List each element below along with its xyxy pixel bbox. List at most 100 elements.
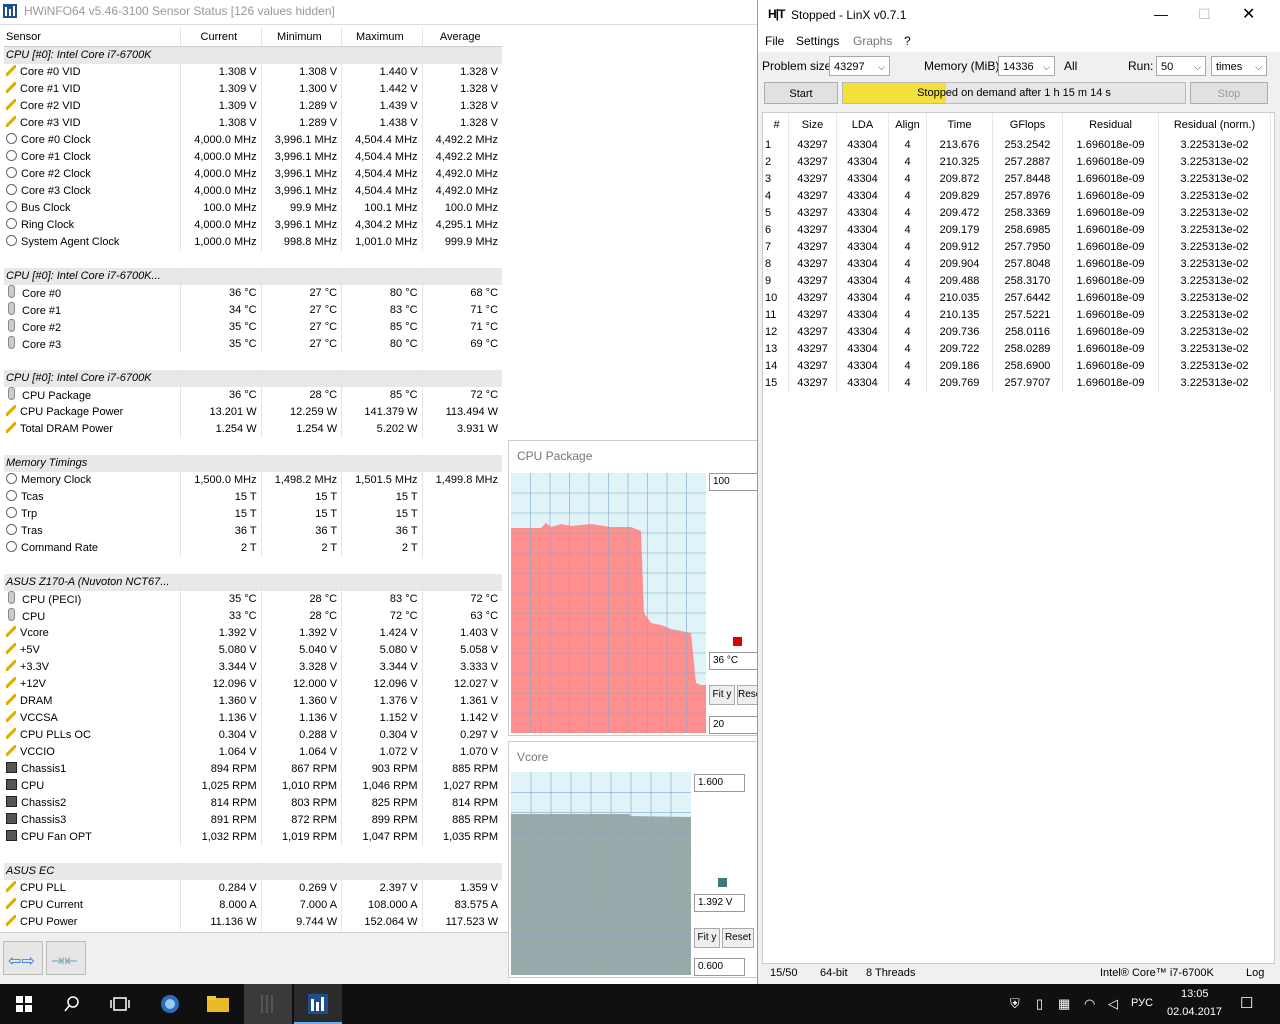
notifications-icon[interactable]: ☐ [1240, 994, 1253, 1012]
sensor-row[interactable]: VCCSA 1.136 V 1.136 V 1.152 V 1.142 V [4, 710, 502, 727]
sensor-row[interactable]: CPU Current 8.000 A 7.000 A 108.000 A 83.575… [4, 897, 502, 914]
result-row[interactable]: 14 43297 43304 4 209.186 258.6900 1.696018e-09… [763, 358, 1274, 375]
sensor-group-header[interactable]: CPU [#0]: Intel Core i7-6700K... [4, 268, 502, 285]
sensor-row[interactable]: +12V 12.096 V 12.000 V 12.096 V 12.027 V [4, 676, 502, 693]
menu-help[interactable]: ? [904, 34, 911, 48]
maximize-icon[interactable]: ☐ [1198, 6, 1211, 23]
sensor-row[interactable]: Trp 15 T 15 T 15 T [4, 506, 502, 523]
fit-y-button[interactable]: Fit y [694, 928, 720, 948]
sensor-row[interactable]: Total DRAM Power 1.254 W 1.254 W 5.202 W 3.9… [4, 421, 502, 438]
sensor-row[interactable]: Core #3 35 °C 27 °C 80 °C 69 °C [4, 336, 502, 353]
menu-file[interactable]: File [765, 34, 784, 48]
menu-graphs[interactable]: Graphs [853, 34, 892, 48]
sensor-row[interactable]: Core #1 VID 1.309 V 1.300 V 1.442 V 1.328 V [4, 81, 502, 98]
minimize-icon[interactable]: — [1154, 6, 1168, 22]
sensor-row[interactable]: Memory Clock 1,500.0 MHz 1,498.2 MHz 1,501.… [4, 472, 502, 489]
sensor-row[interactable]: CPU PLL 0.284 V 0.269 V 2.397 V 1.359 V [4, 880, 502, 897]
cpu-package-graph-window[interactable]: CPU Package 100 36 °C Fit y Reset 20 [508, 440, 760, 736]
result-row[interactable]: 11 43297 43304 4 210.135 257.5221 1.696018e-09… [763, 307, 1274, 324]
result-row[interactable]: 5 43297 43304 4 209.472 258.3369 1.696018e-09 3… [763, 205, 1274, 222]
col-lda[interactable]: LDA [837, 113, 889, 137]
col-sensor[interactable]: Sensor [4, 28, 180, 46]
sensor-row[interactable]: Chassis1 894 RPM 867 RPM 903 RPM 885 RPM [4, 761, 502, 778]
start-button-windows[interactable] [0, 984, 48, 1024]
graph-color-marker[interactable] [733, 637, 742, 646]
shield-icon[interactable]: ⛨ [1010, 996, 1020, 1012]
col-maximum[interactable]: Maximum [341, 28, 421, 46]
sensor-group-header[interactable]: Memory Timings [4, 455, 502, 472]
sensor-group-header[interactable]: ASUS EC [4, 863, 502, 880]
graph-max-field[interactable]: 1.600 [694, 774, 745, 792]
stop-button[interactable]: Stop [1190, 82, 1268, 104]
result-row[interactable]: 7 43297 43304 4 209.912 257.7950 1.696018e-09 3… [763, 239, 1274, 256]
graph-min-field[interactable]: 0.600 [694, 958, 745, 976]
nav-back-forward-button[interactable]: ⇦⇨ [3, 941, 43, 975]
sensor-group-header[interactable]: ASUS Z170-A (Nuvoton NCT67... [4, 574, 502, 591]
col-index[interactable]: # [763, 113, 789, 137]
sensor-row[interactable]: CPU Fan OPT 1,032 RPM 1,019 RPM 1,047 RPM 1,… [4, 829, 502, 846]
volume-icon[interactable]: ◁ [1108, 996, 1118, 1012]
taskbar-app-browser[interactable] [146, 984, 194, 1024]
sensor-row[interactable]: Core #0 Clock 4,000.0 MHz 3,996.1 MHz 4,504… [4, 132, 502, 149]
battery-icon[interactable]: ▯ [1036, 996, 1043, 1012]
col-minimum[interactable]: Minimum [260, 28, 341, 46]
col-time[interactable]: Time [927, 113, 993, 137]
sensor-row[interactable]: Core #1 34 °C 27 °C 83 °C 71 °C [4, 302, 502, 319]
sensor-row[interactable]: CPU 1,025 RPM 1,010 RPM 1,046 RPM 1,027 RPM [4, 778, 502, 795]
sensor-row[interactable]: Chassis3 891 RPM 872 RPM 899 RPM 885 RPM [4, 812, 502, 829]
sensor-row[interactable]: Core #3 Clock 4,000.0 MHz 3,996.1 MHz 4,504… [4, 183, 502, 200]
sensor-row[interactable]: Core #2 Clock 4,000.0 MHz 3,996.1 MHz 4,504… [4, 166, 502, 183]
run-unit-select[interactable]: times ⌵ [1211, 56, 1267, 76]
sensor-group-header[interactable]: CPU [#0]: Intel Core i7-6700K [4, 47, 502, 64]
result-row[interactable]: 10 43297 43304 4 210.035 257.6442 1.696018e-09… [763, 290, 1274, 307]
taskbar-search[interactable] [48, 984, 96, 1024]
result-row[interactable]: 2 43297 43304 4 210.325 257.2887 1.696018e-09 3… [763, 154, 1274, 171]
result-row[interactable]: 15 43297 43304 4 209.769 257.9707 1.696018e-09… [763, 375, 1274, 392]
result-row[interactable]: 13 43297 43304 4 209.722 258.0289 1.696018e-09… [763, 341, 1274, 358]
sensor-row[interactable]: CPU Package 36 °C 28 °C 85 °C 72 °C [4, 387, 502, 404]
result-row[interactable]: 12 43297 43304 4 209.736 258.0116 1.696018e-09… [763, 324, 1274, 341]
task-view-button[interactable] [96, 984, 144, 1024]
clock-time[interactable]: 13:05 [1181, 988, 1209, 1000]
graph-min-field[interactable]: 20 [709, 716, 760, 734]
sensor-row[interactable]: VCCIO 1.064 V 1.064 V 1.072 V 1.070 V [4, 744, 502, 761]
sensor-row[interactable]: Tcas 15 T 15 T 15 T [4, 489, 502, 506]
col-average[interactable]: Average [421, 28, 502, 46]
run-count-select[interactable]: 50 ⌵ [1156, 56, 1206, 76]
result-row[interactable]: 6 43297 43304 4 209.179 258.6985 1.696018e-09 3… [763, 222, 1274, 239]
col-residual[interactable]: Residual [1063, 113, 1159, 137]
result-row[interactable]: 8 43297 43304 4 209.904 257.8048 1.696018e-09 3… [763, 256, 1274, 273]
result-row[interactable]: 3 43297 43304 4 209.872 257.8448 1.696018e-09 3… [763, 171, 1274, 188]
sensor-row[interactable]: CPU (PECI) 35 °C 28 °C 83 °C 72 °C [4, 591, 502, 608]
status-log[interactable]: Log [1246, 964, 1264, 982]
sensor-row[interactable]: Core #0 VID 1.308 V 1.308 V 1.440 V 1.328 V [4, 64, 502, 81]
sensor-row[interactable]: Ring Clock 4,000.0 MHz 3,996.1 MHz 4,304.2 … [4, 217, 502, 234]
sensor-row[interactable]: Core #1 Clock 4,000.0 MHz 3,996.1 MHz 4,504… [4, 149, 502, 166]
reset-button[interactable]: Reset [722, 928, 754, 948]
tray-app-icon[interactable]: ▦ [1058, 996, 1070, 1012]
col-gflops[interactable]: GFlops [993, 113, 1063, 137]
taskbar-app-linx[interactable] [244, 984, 292, 1024]
sensor-row[interactable]: CPU PLLs OC 0.304 V 0.288 V 0.304 V 0.297 V [4, 727, 502, 744]
sensor-row[interactable]: CPU Package Power 13.201 W 12.259 W 141.379… [4, 404, 502, 421]
taskbar-app-explorer[interactable] [194, 984, 242, 1024]
sensor-row[interactable]: CPU 33 °C 28 °C 72 °C 63 °C [4, 608, 502, 625]
nav-split-button[interactable]: ⇥⇤ [46, 941, 86, 975]
start-button[interactable]: Start [764, 82, 838, 104]
sensor-row[interactable]: Core #2 VID 1.309 V 1.289 V 1.439 V 1.328 V [4, 98, 502, 115]
close-icon[interactable]: ✕ [1242, 4, 1255, 24]
result-row[interactable]: 9 43297 43304 4 209.488 258.3170 1.696018e-09 3… [763, 273, 1274, 290]
clock-date[interactable]: 02.04.2017 [1167, 1006, 1222, 1018]
sensor-group-header[interactable]: CPU [#0]: Intel Core i7-6700K [4, 370, 502, 387]
language-indicator[interactable]: РУС [1131, 997, 1153, 1009]
sensor-row[interactable]: +5V 5.080 V 5.040 V 5.080 V 5.058 V [4, 642, 502, 659]
sensor-row[interactable]: CPU Power 11.136 W 9.744 W 152.064 W 117.523… [4, 914, 502, 931]
sensor-row[interactable]: Bus Clock 100.0 MHz 99.9 MHz 100.1 MHz 100.0… [4, 200, 502, 217]
result-row[interactable]: 4 43297 43304 4 209.829 257.8976 1.696018e-09 3… [763, 188, 1274, 205]
sensor-row[interactable]: DRAM 1.360 V 1.360 V 1.376 V 1.361 V [4, 693, 502, 710]
sensor-row[interactable]: Tras 36 T 36 T 36 T [4, 523, 502, 540]
result-row[interactable]: 1 43297 43304 4 213.676 253.2542 1.696018e-09 3… [763, 137, 1274, 154]
sensor-row[interactable]: System Agent Clock 1,000.0 MHz 998.8 MHz 1,… [4, 234, 502, 251]
graph-max-field[interactable]: 100 [709, 473, 760, 491]
sensor-row[interactable]: Command Rate 2 T2 T2 T [4, 540, 502, 557]
